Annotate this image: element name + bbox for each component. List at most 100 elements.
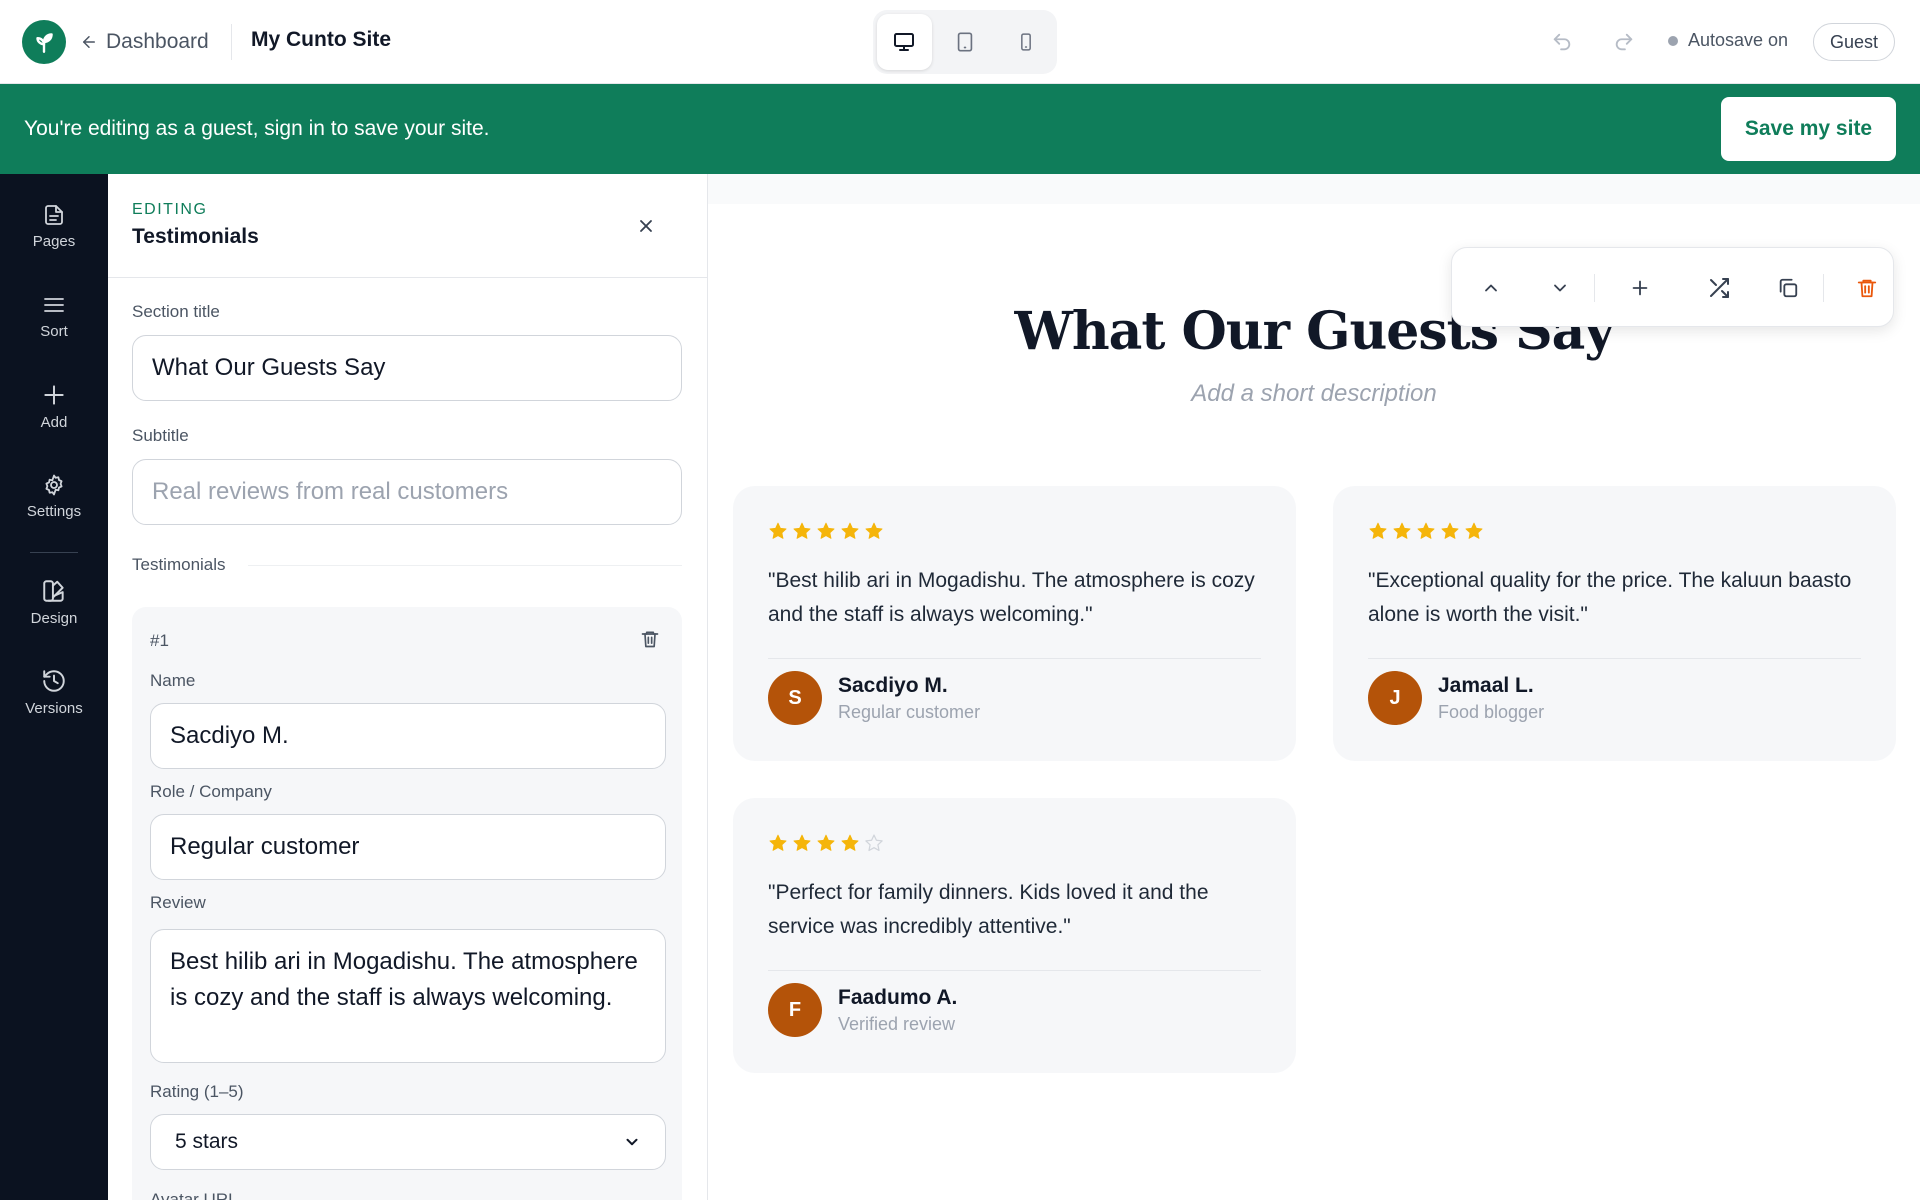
divider: [768, 970, 1261, 971]
close-icon: [640, 220, 652, 232]
avatar: J: [1368, 671, 1422, 725]
tablet-view-button[interactable]: [938, 14, 993, 70]
rail-item-design[interactable]: Design: [0, 566, 108, 638]
rail-item-label: Pages: [32, 232, 76, 250]
avatar-url-label: Avatar URL: [150, 1190, 238, 1200]
name-label: Name: [150, 671, 196, 690]
left-rail: Pages Sort Add Settings Design Versions: [0, 174, 108, 1200]
testimonial-card[interactable]: "Best hilib ari in Mogadishu. The atmosp…: [733, 486, 1296, 761]
role-label: Role / Company: [150, 782, 272, 801]
tablet-icon: [957, 32, 973, 52]
testimonial-card[interactable]: "Exceptional quality for the price. The …: [1333, 486, 1896, 761]
star-filled-icon: [817, 522, 835, 539]
star-filled-icon: [1465, 522, 1483, 539]
file-icon: [45, 204, 63, 225]
undo-button[interactable]: [1548, 28, 1576, 56]
move-up-button[interactable]: [1475, 272, 1507, 304]
name-input[interactable]: Sacdiyo M.: [150, 703, 666, 769]
palette-icon: [43, 579, 64, 602]
duplicate-button[interactable]: [1772, 272, 1804, 304]
star-rating: [1368, 521, 1484, 541]
autosave-status: Autosave on: [1668, 30, 1788, 51]
item-number: #1: [150, 631, 169, 650]
mobile-icon: [1020, 33, 1031, 51]
autosave-label: Autosave on: [1688, 30, 1789, 50]
back-link-label: Dashboard: [106, 30, 209, 53]
review-textarea[interactable]: Best hilib ari in Mogadishu. The atmosph…: [150, 929, 666, 1063]
shuffle-icon: [1710, 278, 1729, 298]
desktop-view-button[interactable]: [877, 14, 932, 70]
rail-item-pages[interactable]: Pages: [0, 190, 108, 262]
star-filled-icon: [1441, 522, 1459, 539]
avatar: S: [768, 671, 822, 725]
move-down-button[interactable]: [1544, 272, 1576, 304]
shuffle-layout-button[interactable]: [1703, 272, 1735, 304]
section-title-input[interactable]: What Our Guests Say: [132, 335, 682, 401]
rail-item-label: Settings: [26, 502, 82, 520]
delete-section-button[interactable]: [1851, 272, 1883, 304]
top-bar: Dashboard My Cunto Site Autosave on Gues…: [0, 0, 1920, 84]
status-dot: [1668, 35, 1678, 46]
avatar: F: [768, 983, 822, 1037]
star-filled-icon: [793, 522, 811, 539]
device-switcher: [873, 10, 1057, 74]
divider: [768, 658, 1261, 659]
add-section-button[interactable]: [1624, 272, 1656, 304]
testimonial-card[interactable]: "Perfect for family dinners. Kids loved …: [733, 798, 1296, 1073]
history-icon: [43, 669, 65, 692]
testimonial-role: Verified review: [838, 1014, 956, 1034]
plus-icon: [44, 384, 64, 405]
plus-icon: [1632, 280, 1648, 296]
panel-header: EDITING Testimonials: [108, 174, 707, 278]
testimonial-name: Jamaal L.: [1438, 674, 1534, 697]
rail-item-label: Design: [30, 609, 78, 627]
close-panel-button[interactable]: [634, 214, 658, 238]
star-filled-icon: [769, 522, 787, 539]
testimonials-section[interactable]: What Our Guests Say Add a short descript…: [708, 204, 1920, 1200]
redo-button[interactable]: [1610, 28, 1638, 56]
testimonial-role: Regular customer: [838, 702, 981, 722]
toolbar-divider: [1823, 274, 1824, 302]
save-site-button[interactable]: Save my site: [1721, 97, 1896, 161]
app-logo[interactable]: [22, 20, 66, 64]
star-rating: [768, 521, 884, 541]
subtitle-input[interactable]: Real reviews from real customers: [132, 459, 682, 525]
trash-icon: [641, 631, 659, 648]
testimonial-quote: "Best hilib ari in Mogadishu. The atmosp…: [768, 569, 1255, 626]
rail-item-sort[interactable]: Sort: [0, 280, 108, 352]
star-filled-icon: [1417, 522, 1435, 539]
rail-item-add[interactable]: Add: [0, 370, 108, 442]
delete-item-button[interactable]: [640, 629, 662, 651]
testimonial-role: Food blogger: [1438, 702, 1545, 722]
testimonials-list-label: Testimonials: [132, 555, 226, 574]
testimonial-item-card: #1 Name Sacdiyo M. Role / Company Regula…: [132, 607, 682, 1200]
rating-select[interactable]: 5 stars: [150, 1114, 666, 1170]
star-filled-icon: [865, 522, 883, 539]
back-to-dashboard-link[interactable]: Dashboard: [80, 28, 209, 56]
star-filled-icon: [841, 522, 859, 539]
user-badge[interactable]: Guest: [1813, 23, 1896, 61]
subtitle-label: Subtitle: [132, 426, 189, 445]
section-subtitle-placeholder[interactable]: Add a short description: [708, 380, 1920, 408]
rating-label: Rating (1–5): [150, 1082, 244, 1101]
rail-divider: [30, 552, 78, 553]
divider: [1368, 658, 1861, 659]
mobile-view-button[interactable]: [998, 14, 1053, 70]
star-filled-icon: [769, 834, 787, 851]
rail-item-label: Sort: [40, 322, 68, 340]
role-input[interactable]: Regular customer: [150, 814, 666, 880]
rail-item-versions[interactable]: Versions: [0, 656, 108, 728]
desktop-icon: [894, 33, 915, 51]
divider: [231, 24, 232, 60]
rail-item-label: Add: [40, 413, 68, 431]
testimonial-name: Sacdiyo M.: [838, 674, 948, 697]
star-filled-icon: [841, 834, 859, 851]
rail-item-settings[interactable]: Settings: [0, 460, 108, 532]
star-filled-icon: [817, 834, 835, 851]
undo-icon: [1553, 33, 1571, 51]
rating-select-value: 5 stars: [175, 1130, 239, 1153]
review-label: Review: [150, 893, 206, 912]
star-rating: [768, 833, 884, 853]
copy-icon: [1779, 278, 1798, 298]
chevron-down-icon: [1554, 284, 1566, 292]
